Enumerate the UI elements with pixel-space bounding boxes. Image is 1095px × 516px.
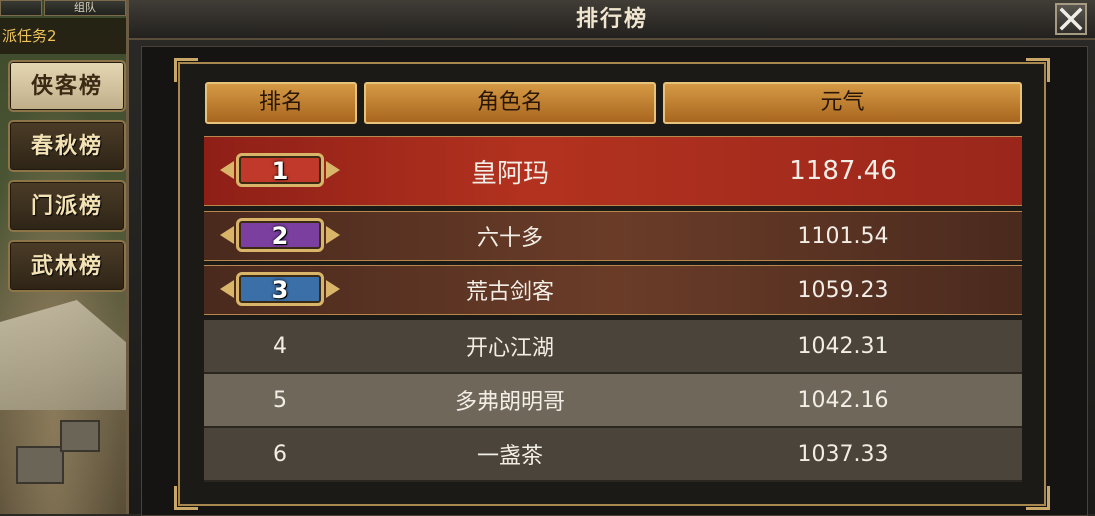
frame-corner-ornament — [1026, 486, 1050, 510]
tab-label: 春秋榜 — [30, 133, 103, 159]
name-cell: 开心江湖 — [364, 320, 656, 372]
tent-scenery — [0, 300, 128, 410]
tab-label: 侠客榜 — [30, 73, 103, 99]
rank-number: 5 — [273, 387, 287, 413]
character-name: 六十多 — [476, 226, 543, 251]
value-cell: 1042.16 — [664, 374, 1022, 426]
rank-number: 6 — [273, 441, 287, 467]
rank-number: 3 — [271, 276, 289, 304]
table-row[interactable]: 5 多弗朗明哥 1042.16 — [204, 374, 1022, 428]
window-title: 排行榜 — [575, 6, 648, 32]
team-tab[interactable]: 组队 — [44, 0, 126, 16]
crate-scenery — [16, 446, 64, 484]
rank-number: 1 — [271, 157, 289, 185]
tab-label: 武林榜 — [30, 253, 103, 279]
rank-number: 4 — [273, 333, 287, 359]
tab-wulin-ranking[interactable]: 武林榜 — [8, 240, 126, 292]
crate-scenery — [60, 420, 100, 452]
character-name: 开心江湖 — [465, 336, 554, 361]
tab-xiake-ranking[interactable]: 侠客榜 — [8, 60, 126, 112]
window-titlebar: 排行榜 — [129, 0, 1095, 40]
yuanqi-value: 1101.54 — [797, 223, 889, 249]
frame-corner-ornament — [174, 486, 198, 510]
badge-arrow-right-icon — [326, 161, 340, 179]
yuanqi-value: 1037.33 — [797, 441, 889, 467]
rank-badge: 3 — [218, 270, 342, 310]
name-cell: 六十多 — [364, 212, 656, 260]
character-name: 一盏茶 — [476, 444, 543, 469]
name-cell: 一盏茶 — [364, 428, 656, 480]
value-cell: 1187.46 — [664, 137, 1022, 205]
rank-cell: 4 — [204, 320, 356, 372]
table-row[interactable]: 2 六十多 1101.54 — [204, 211, 1022, 261]
header-yuanqi[interactable]: 元气 — [663, 82, 1022, 124]
yuanqi-value: 1042.16 — [797, 387, 889, 413]
close-button[interactable] — [1055, 3, 1087, 35]
rank-badge: 1 — [218, 151, 342, 191]
table-row[interactable]: 1 皇阿玛 1187.46 — [204, 136, 1022, 206]
tab-label: 门派榜 — [30, 193, 103, 219]
rank-badge: 2 — [218, 216, 342, 256]
yuanqi-value: 1187.46 — [789, 156, 897, 186]
quest-tracker-text[interactable]: 派任务2 — [0, 18, 126, 54]
rank-cell: 2 — [204, 212, 356, 260]
frame-corner-ornament — [174, 58, 198, 82]
badge-arrow-left-icon — [220, 161, 234, 179]
badge-arrow-left-icon — [220, 280, 234, 298]
value-cell: 1037.33 — [664, 428, 1022, 480]
name-cell: 皇阿玛 — [364, 137, 656, 205]
yuanqi-value: 1042.31 — [797, 333, 889, 359]
value-cell: 1101.54 — [664, 212, 1022, 260]
table-row[interactable]: 3 荒古剑客 1059.23 — [204, 265, 1022, 315]
rank-cell: 3 — [204, 266, 356, 314]
badge-arrow-right-icon — [326, 280, 340, 298]
character-name: 皇阿玛 — [470, 158, 549, 189]
table-row[interactable]: 4 开心江湖 1042.31 — [204, 320, 1022, 374]
tab-chunqiu-ranking[interactable]: 春秋榜 — [8, 120, 126, 172]
rank-number: 2 — [271, 222, 289, 250]
badge-arrow-left-icon — [220, 226, 234, 244]
table-row[interactable]: 6 一盏茶 1037.33 — [204, 428, 1022, 482]
name-cell: 多弗朗明哥 — [364, 374, 656, 426]
badge-arrow-right-icon — [326, 226, 340, 244]
character-name: 荒古剑客 — [465, 280, 554, 305]
name-cell: 荒古剑客 — [364, 266, 656, 314]
frame-corner-ornament — [1026, 58, 1050, 82]
character-name: 多弗朗明哥 — [454, 390, 565, 415]
rank-cell: 5 — [204, 374, 356, 426]
value-cell: 1042.31 — [664, 320, 1022, 372]
tab-menpai-ranking[interactable]: 门派榜 — [8, 180, 126, 232]
header-character-name[interactable]: 角色名 — [364, 82, 656, 124]
yuanqi-value: 1059.23 — [797, 277, 889, 303]
rank-cell: 1 — [204, 137, 356, 205]
header-rank[interactable]: 排名 — [205, 82, 357, 124]
close-x-icon — [1059, 7, 1083, 31]
top-tab-left[interactable] — [0, 0, 42, 16]
value-cell: 1059.23 — [664, 266, 1022, 314]
rank-cell: 6 — [204, 428, 356, 480]
